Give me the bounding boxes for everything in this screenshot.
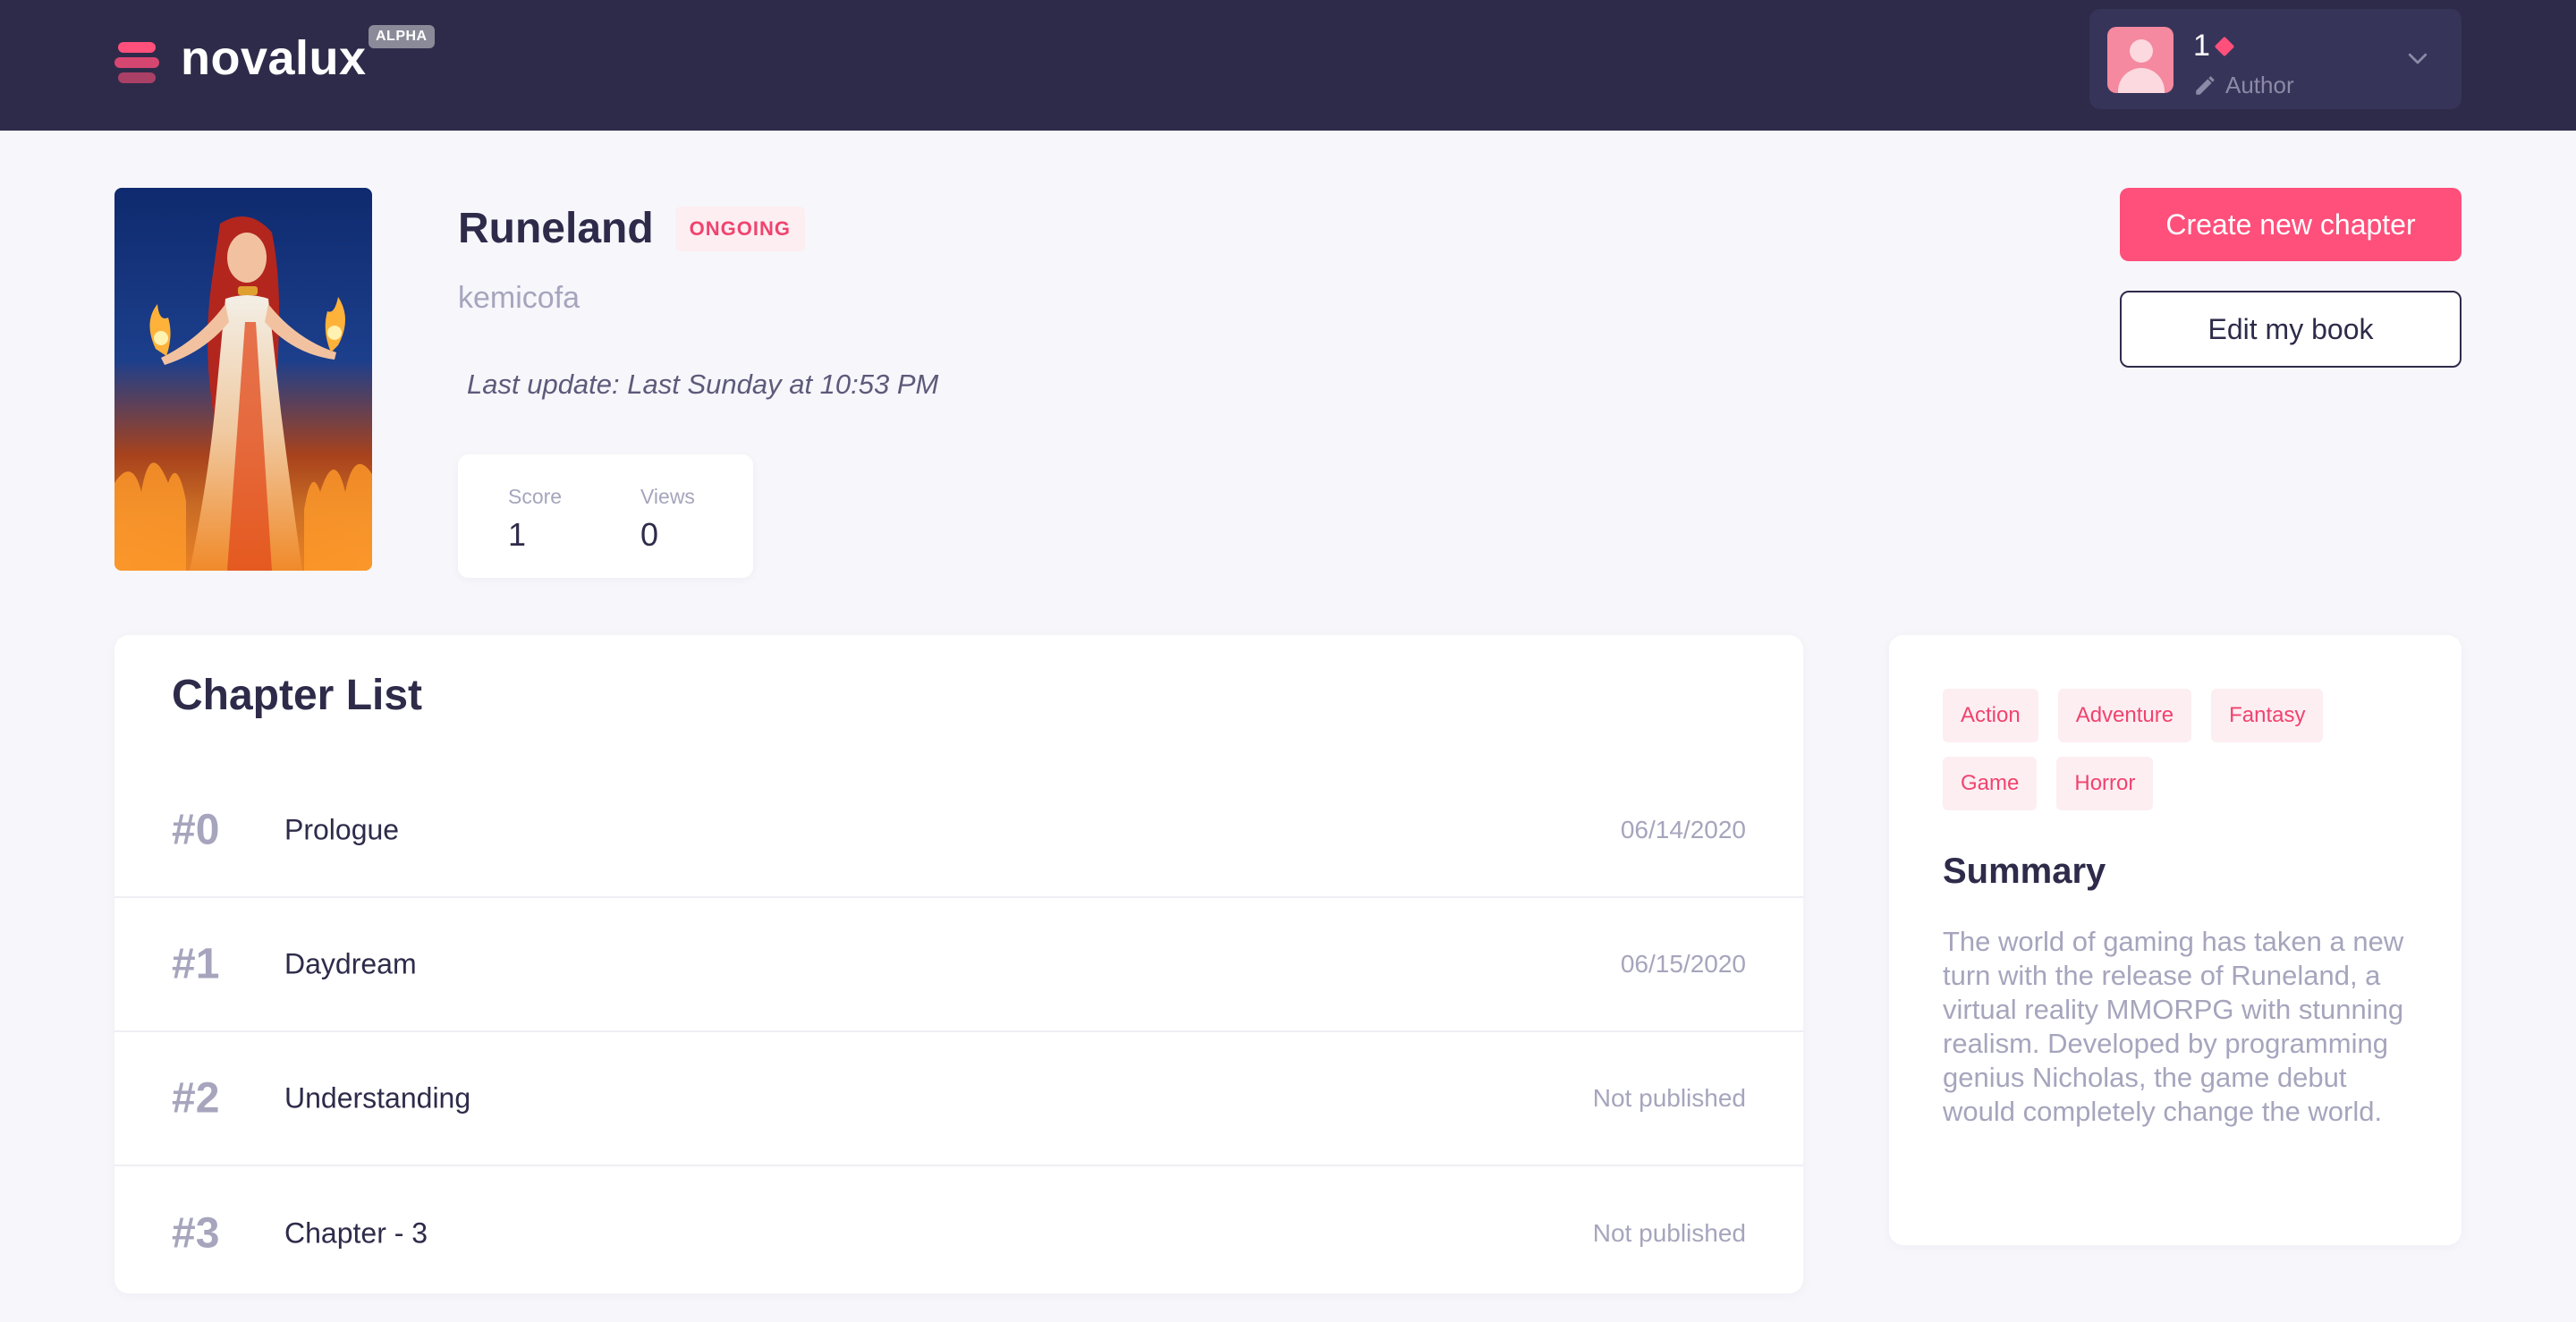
edit-book-button[interactable]: Edit my book — [2120, 291, 2462, 368]
chapter-number: #3 — [172, 1209, 220, 1258]
chapter-row[interactable]: #2 Understanding Not published — [114, 1032, 1803, 1166]
chevron-down-icon[interactable] — [2404, 45, 2431, 72]
chapter-date: 06/14/2020 — [1620, 816, 1746, 843]
chapter-title[interactable]: Understanding — [284, 1082, 470, 1115]
tag-list: Action Adventure Fantasy Game Horror — [1943, 689, 2426, 810]
top-bar: novalux ALPHA 1 Author — [0, 0, 2576, 131]
alpha-badge: ALPHA — [369, 25, 435, 48]
stat-value: 0 — [640, 516, 659, 553]
logo-text: novalux — [181, 31, 367, 85]
tag-horror[interactable]: Horror — [2056, 757, 2154, 810]
summary-text: The world of gaming has taken a new turn… — [1943, 926, 2404, 1127]
author-name[interactable]: kemicofa — [458, 281, 580, 316]
user-role-label: Author — [2225, 72, 2294, 98]
chapter-title[interactable]: Prologue — [284, 814, 399, 847]
tag-fantasy[interactable]: Fantasy — [2211, 689, 2324, 742]
tag-game[interactable]: Game — [1943, 757, 2038, 810]
book-title-row: Runeland ONGOING — [458, 204, 806, 253]
chapter-title[interactable]: Chapter - 3 — [284, 1217, 428, 1250]
chapter-list-heading: Chapter List — [172, 672, 423, 719]
book-details-card: Action Adventure Fantasy Game Horror Sum… — [1889, 635, 2462, 1245]
user-role: Author — [2193, 72, 2294, 99]
user-menu[interactable]: 1 Author — [2089, 9, 2462, 109]
chapter-row[interactable]: #1 Daydream 06/15/2020 — [114, 898, 1803, 1032]
chapter-date: 06/15/2020 — [1620, 950, 1746, 978]
chapter-row[interactable]: #3 Chapter - 3 Not published — [114, 1166, 1803, 1293]
user-points-value: 1 — [2193, 29, 2210, 63]
stat-views: Views 0 — [640, 485, 695, 554]
chapter-number: #0 — [172, 806, 220, 854]
chapter-row[interactable]: #0 Prologue 06/14/2020 — [114, 764, 1803, 898]
book-title: Runeland — [458, 205, 654, 252]
stack-logo-icon — [114, 42, 159, 83]
stats-card: Score 1 Views 0 — [458, 454, 753, 578]
book-cover-image — [114, 188, 372, 571]
stat-label: Views — [640, 485, 695, 508]
tag-action[interactable]: Action — [1943, 689, 2038, 742]
create-chapter-button[interactable]: Create new chapter — [2120, 188, 2462, 261]
avatar — [2107, 27, 2174, 93]
stat-label: Score — [508, 485, 563, 508]
status-badge: ONGOING — [674, 206, 806, 251]
logo-link[interactable]: novalux ALPHA — [114, 25, 435, 89]
stat-score: Score 1 — [508, 485, 562, 554]
user-points: 1 — [2193, 29, 2235, 64]
pencil-icon — [2196, 75, 2215, 95]
chapter-number: #2 — [172, 1074, 220, 1123]
chapter-number: #1 — [172, 940, 220, 988]
chapter-date: Not published — [1592, 1084, 1746, 1112]
tag-adventure[interactable]: Adventure — [2057, 689, 2192, 742]
chapter-title[interactable]: Daydream — [284, 948, 417, 981]
chapter-date: Not published — [1592, 1219, 1746, 1247]
summary-heading: Summary — [1943, 852, 2106, 891]
last-update-text: Last update: Last Sunday at 10:53 PM — [467, 369, 939, 400]
diamond-icon — [2214, 36, 2235, 56]
stat-value: 1 — [508, 516, 527, 553]
chapter-list-card: Chapter List #0 Prologue 06/14/2020 #1 Daydr… — [114, 635, 1803, 1293]
